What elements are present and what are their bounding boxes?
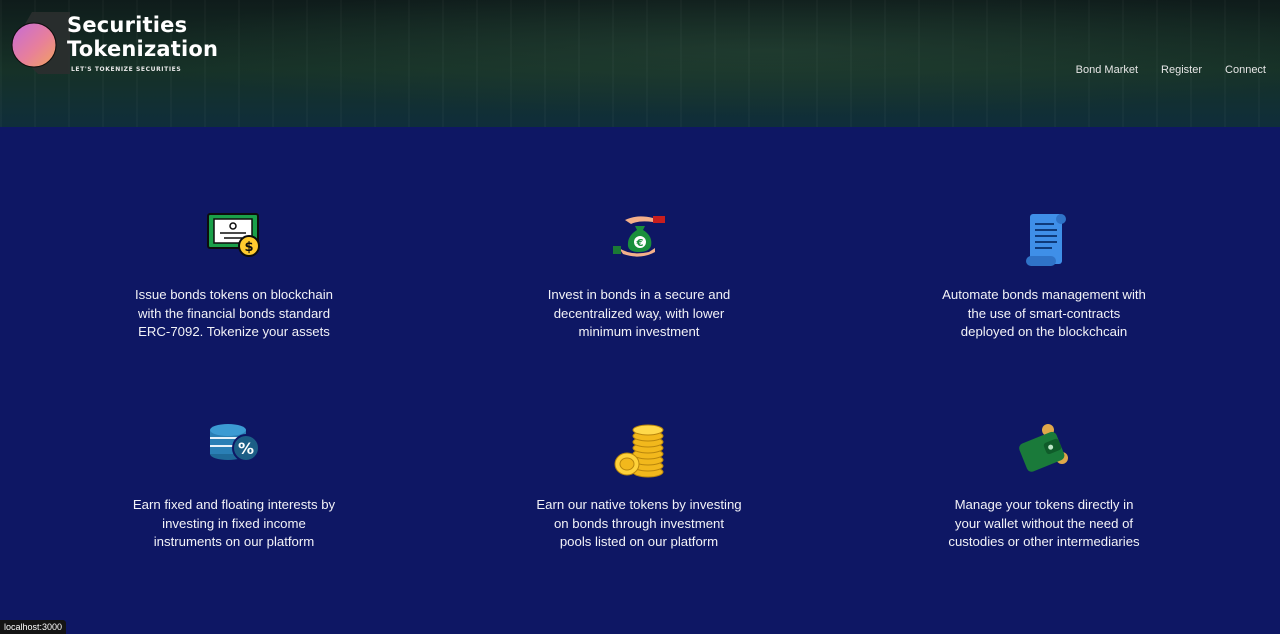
brand-title-line1: Securities xyxy=(67,13,188,37)
svg-text:$: $ xyxy=(244,240,253,255)
svg-text:%: % xyxy=(238,439,254,458)
nav-connect-link[interactable]: Connect xyxy=(1225,64,1266,76)
feature-card-invest: € Invest in bonds in a secure and decent… xyxy=(509,212,769,352)
bond-certificate-icon: $ xyxy=(207,213,260,257)
nav-register-link[interactable]: Register xyxy=(1161,64,1202,76)
money-bag-hand-icon: € xyxy=(613,216,665,257)
feature-description: Invest in bonds in a secure and decentra… xyxy=(547,287,731,339)
status-bar-url: localhost:3000 xyxy=(0,620,67,634)
feature-card-native-tokens: Earn our native tokens by investing on b… xyxy=(509,422,769,562)
brand-logo[interactable]: Securities Tokenization LET'S TOKENIZE S… xyxy=(10,10,220,76)
coins-percent-icon: % xyxy=(210,424,260,462)
wallet-icon xyxy=(1019,424,1068,472)
feature-description: Earn fixed and floating interests by inv… xyxy=(132,497,336,549)
feature-description: Earn our native tokens by investing on b… xyxy=(536,497,742,549)
features-section: $ Issue bonds tokens on blockchain with … xyxy=(0,127,1280,634)
brand-tagline: LET'S TOKENIZE SECURITIES xyxy=(71,66,182,73)
logo-mark-icon xyxy=(11,12,70,74)
feature-description: Issue bonds tokens on blockchain with th… xyxy=(135,287,333,339)
feature-description: Automate bonds management with the use o… xyxy=(942,287,1146,339)
site-header: Securities Tokenization LET'S TOKENIZE S… xyxy=(0,0,1280,127)
feature-card-issue-bonds: $ Issue bonds tokens on blockchain with … xyxy=(104,212,364,352)
feature-card-automate: Automate bonds management with the use o… xyxy=(914,212,1174,352)
gold-coins-stack-icon xyxy=(614,424,664,478)
nav-bond-market-link[interactable]: Bond Market xyxy=(1076,64,1138,76)
feature-description: Manage your tokens directly in your wall… xyxy=(948,497,1140,549)
brand-title-line2: Tokenization xyxy=(67,37,219,61)
feature-card-wallet: Manage your tokens directly in your wall… xyxy=(914,422,1174,562)
feature-card-interests: % Earn fixed and floating interests by i… xyxy=(104,422,364,562)
scroll-document-icon xyxy=(1026,214,1066,266)
svg-text:€: € xyxy=(636,238,644,249)
brand-title: Securities Tokenization xyxy=(67,13,218,61)
top-nav: Bond Market Register Connect xyxy=(1076,64,1266,76)
